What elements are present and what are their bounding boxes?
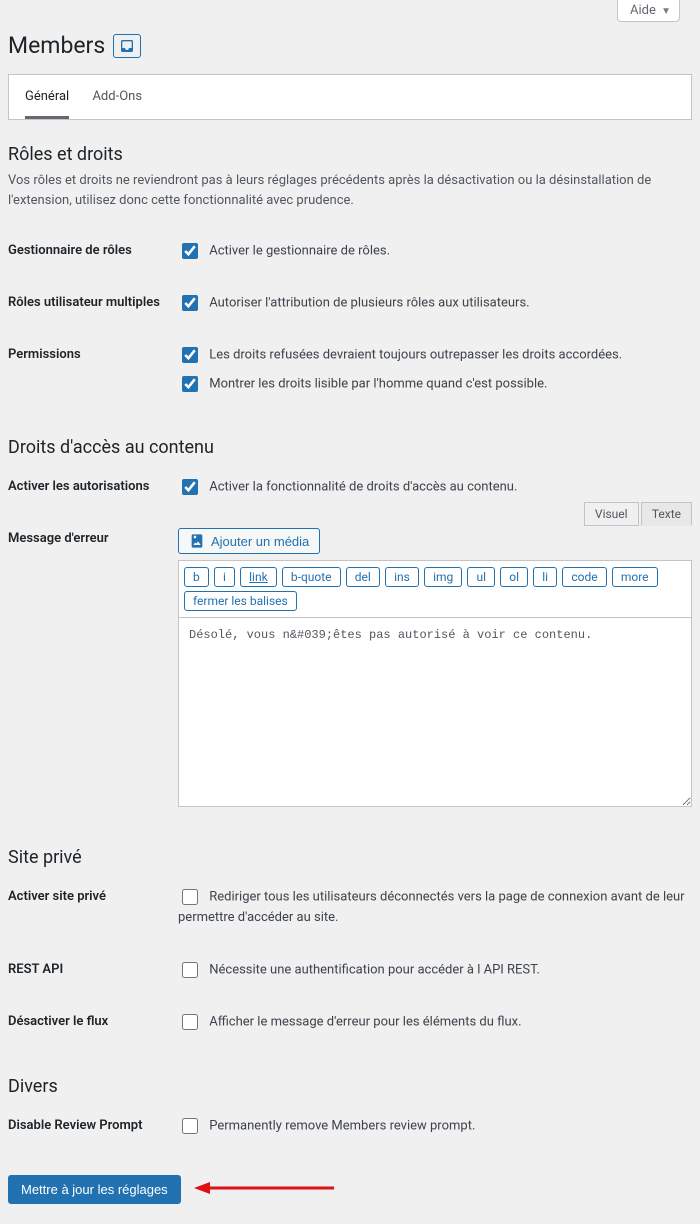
add-media-button[interactable]: Ajouter un média [178,528,320,554]
qt-img[interactable]: img [424,567,462,587]
permissions-human-cb-label: Montrer les droits lisible par l'homme q… [209,376,547,391]
permissions-label: Permissions [8,332,178,412]
section-private-heading: Site privé [8,847,692,868]
review-prompt-row[interactable]: Permanently remove Members review prompt… [178,1115,692,1137]
qt-ol[interactable]: ol [500,567,528,587]
role-manager-cb-label: Activer le gestionnaire de rôles. [209,243,390,258]
page-title: Members [8,32,692,59]
qt-bquote[interactable]: b-quote [282,567,341,587]
permissions-deny-cb-label: Les droits refusées devraient toujours o… [209,348,622,363]
private-enable-checkbox[interactable] [182,889,198,905]
enable-perms-cb-label: Activer la fonctionnalité de droits d'ac… [209,479,517,494]
section-roles-heading: Rôles et droits [8,144,692,165]
help-tab[interactable]: Aide ▼ [617,0,680,22]
media-icon [189,533,205,549]
qt-b[interactable]: b [184,567,209,587]
qt-ins[interactable]: ins [385,567,419,587]
qt-link[interactable]: link [240,567,277,587]
review-prompt-label: Disable Review Prompt [8,1103,178,1155]
disable-feed-label: Désactiver le flux [8,999,178,1051]
permissions-deny-checkbox[interactable] [182,347,198,363]
error-message-textarea[interactable] [178,617,692,807]
enable-perms-row[interactable]: Activer la fonctionnalité de droits d'ac… [178,476,692,498]
section-misc-heading: Divers [8,1076,692,1097]
multi-roles-cb-label: Autoriser l'attribution de plusieurs rôl… [209,296,529,311]
multi-roles-checkbox[interactable] [182,295,198,311]
chevron-down-icon: ▼ [661,6,671,17]
permissions-deny-row[interactable]: Les droits refusées devraient toujours o… [178,344,692,366]
role-manager-checkbox[interactable] [182,243,198,259]
role-manager-label: Gestionnaire de rôles [8,228,178,280]
role-manager-row[interactable]: Activer le gestionnaire de rôles. [178,240,692,262]
rest-api-checkbox[interactable] [182,962,198,978]
qt-del[interactable]: del [346,567,380,587]
inbox-icon[interactable] [113,34,141,58]
enable-perms-label: Activer les autorisations [8,464,178,516]
qt-close[interactable]: fermer les balises [184,591,297,611]
help-tab-label: Aide [630,3,656,18]
multi-roles-label: Rôles utilisateur multiples [8,280,178,332]
qt-i[interactable]: i [214,567,235,587]
page-title-text: Members [8,32,105,59]
disable-feed-cb-label: Afficher le message d'erreur pour les él… [209,1015,521,1030]
review-prompt-checkbox[interactable] [182,1118,198,1134]
quicktags-toolbar: b i link b-quote del ins img ul ol li co… [178,560,692,617]
add-media-label: Ajouter un média [211,534,309,549]
editor-tab-visual[interactable]: Visuel [584,502,639,526]
arrow-annotation [194,1178,334,1202]
private-enable-label: Activer site privé [8,874,178,947]
editor-tabs: Visuel Texte [585,502,692,526]
section-content-heading: Droits d'accès au contenu [8,437,692,458]
disable-feed-row[interactable]: Afficher le message d'erreur pour les él… [178,1011,692,1033]
permissions-human-checkbox[interactable] [182,376,198,392]
settings-tabs: Général Add-Ons [8,74,692,120]
disable-feed-checkbox[interactable] [182,1014,198,1030]
qt-code[interactable]: code [562,567,606,587]
enable-perms-checkbox[interactable] [182,479,198,495]
qt-ul[interactable]: ul [467,567,495,587]
rest-api-cb-label: Nécessite une authentification pour accé… [209,963,540,978]
rest-api-label: REST API [8,947,178,999]
qt-li[interactable]: li [533,567,557,587]
rest-api-row[interactable]: Nécessite une authentification pour accé… [178,959,692,981]
permissions-human-row[interactable]: Montrer les droits lisible par l'homme q… [178,373,692,395]
private-enable-row[interactable]: Rediriger tous les utilisateurs déconnec… [178,886,692,929]
editor-tab-text[interactable]: Texte [641,502,692,526]
submit-button[interactable]: Mettre à jour les réglages [8,1175,181,1204]
error-message-label: Message d'erreur [8,516,178,823]
section-roles-desc: Vos rôles et droits ne reviendront pas à… [8,171,692,210]
tab-general[interactable]: Général [25,89,69,119]
private-enable-cb-label: Rediriger tous les utilisateurs déconnec… [178,890,685,926]
review-prompt-cb-label: Permanently remove Members review prompt… [209,1118,475,1133]
multi-roles-row[interactable]: Autoriser l'attribution de plusieurs rôl… [178,292,692,314]
qt-more[interactable]: more [612,567,658,587]
tab-addons[interactable]: Add-Ons [92,89,142,116]
